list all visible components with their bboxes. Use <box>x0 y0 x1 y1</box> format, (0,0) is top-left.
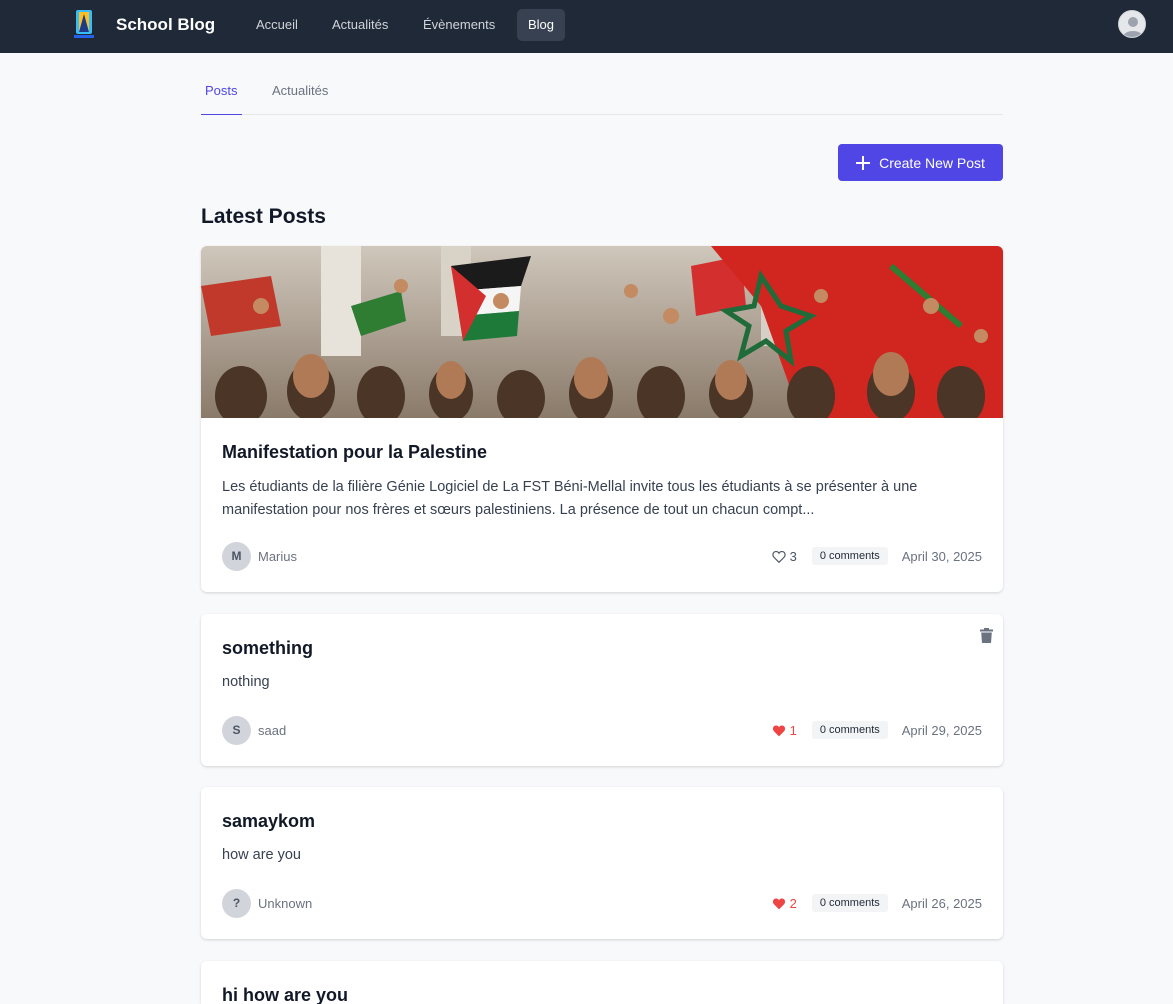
nav-link-evenements[interactable]: Évènements <box>412 9 506 41</box>
post-footer: ? Unknown 2 0 comments April 26, 2025 <box>222 888 982 918</box>
post-meta: 1 0 comments April 29, 2025 <box>772 721 982 739</box>
post-body: samaykom how are you <box>201 787 1003 867</box>
post-footer: M Marius 3 0 comments April 30, 2025 <box>222 541 982 571</box>
post-card[interactable]: hi how are you <box>201 961 1003 1004</box>
like-button[interactable]: 1 <box>772 723 797 738</box>
like-button[interactable]: 3 <box>771 548 797 564</box>
post-title[interactable]: samaykom <box>222 787 982 832</box>
post-body: something nothing <box>201 614 1003 694</box>
post-image <box>201 246 1003 418</box>
post-body: hi how are you <box>201 961 1003 1004</box>
create-new-post-button[interactable]: Create New Post <box>838 144 1003 181</box>
post-card[interactable]: Manifestation pour la Palestine Les étud… <box>201 246 1003 592</box>
tab-posts[interactable]: Posts <box>201 66 242 115</box>
brand-name[interactable]: School Blog <box>116 15 215 35</box>
latest-posts-heading: Latest Posts <box>201 205 326 228</box>
post-title[interactable]: hi how are you <box>222 961 982 1004</box>
plus-icon <box>856 155 871 170</box>
create-new-post-label: Create New Post <box>879 154 985 171</box>
nav-link-blog[interactable]: Blog <box>517 9 566 41</box>
author-avatar: S <box>222 715 251 745</box>
post-meta: 3 0 comments April 30, 2025 <box>771 547 982 565</box>
post-body: Manifestation pour la Palestine Les étud… <box>201 418 1003 522</box>
post-meta: 2 0 comments April 26, 2025 <box>772 894 982 912</box>
post-footer: S saad 1 0 comments April 29, 2025 <box>222 715 982 745</box>
author-avatar: ? <box>222 888 251 918</box>
comments-badge[interactable]: 0 comments <box>811 721 888 739</box>
tab-actualites[interactable]: Actualités <box>268 66 332 115</box>
school-logo-icon[interactable] <box>70 8 98 40</box>
post-card[interactable]: samaykom how are you ? Unknown 2 0 comme… <box>201 787 1003 939</box>
post-date: April 26, 2025 <box>901 895 982 911</box>
heart-outline-icon <box>771 550 786 563</box>
post-title[interactable]: something <box>222 614 982 659</box>
like-count: 2 <box>789 895 797 911</box>
comments-badge[interactable]: 0 comments <box>811 547 888 565</box>
heart-filled-icon <box>772 725 785 736</box>
user-avatar[interactable] <box>1118 10 1146 38</box>
user-icon <box>1123 17 1143 37</box>
nav-link-actualites[interactable]: Actualités <box>321 9 399 41</box>
post-excerpt: how are you <box>222 847 301 863</box>
author-avatar: M <box>222 541 251 571</box>
comments-badge[interactable]: 0 comments <box>811 894 888 912</box>
nav-link-accueil[interactable]: Accueil <box>245 9 309 41</box>
post-date: April 30, 2025 <box>901 548 982 564</box>
post-excerpt: Les étudiants de la filière Génie Logici… <box>222 479 918 518</box>
top-navbar: School Blog Accueil Actualités Évènement… <box>0 0 1173 53</box>
post-date: April 29, 2025 <box>901 722 982 738</box>
author-name: saad <box>258 722 287 738</box>
like-count: 3 <box>789 548 797 564</box>
like-button[interactable]: 2 <box>772 896 797 911</box>
author-name: Marius <box>258 548 298 564</box>
like-count: 1 <box>789 722 797 738</box>
post-card[interactable]: something nothing S saad 1 0 comments Ap… <box>201 614 1003 766</box>
author-name: Unknown <box>258 895 313 911</box>
post-excerpt: nothing <box>222 674 270 690</box>
blog-tabs: Posts Actualités <box>201 66 1003 115</box>
post-title[interactable]: Manifestation pour la Palestine <box>222 418 982 463</box>
heart-filled-icon <box>772 898 785 909</box>
